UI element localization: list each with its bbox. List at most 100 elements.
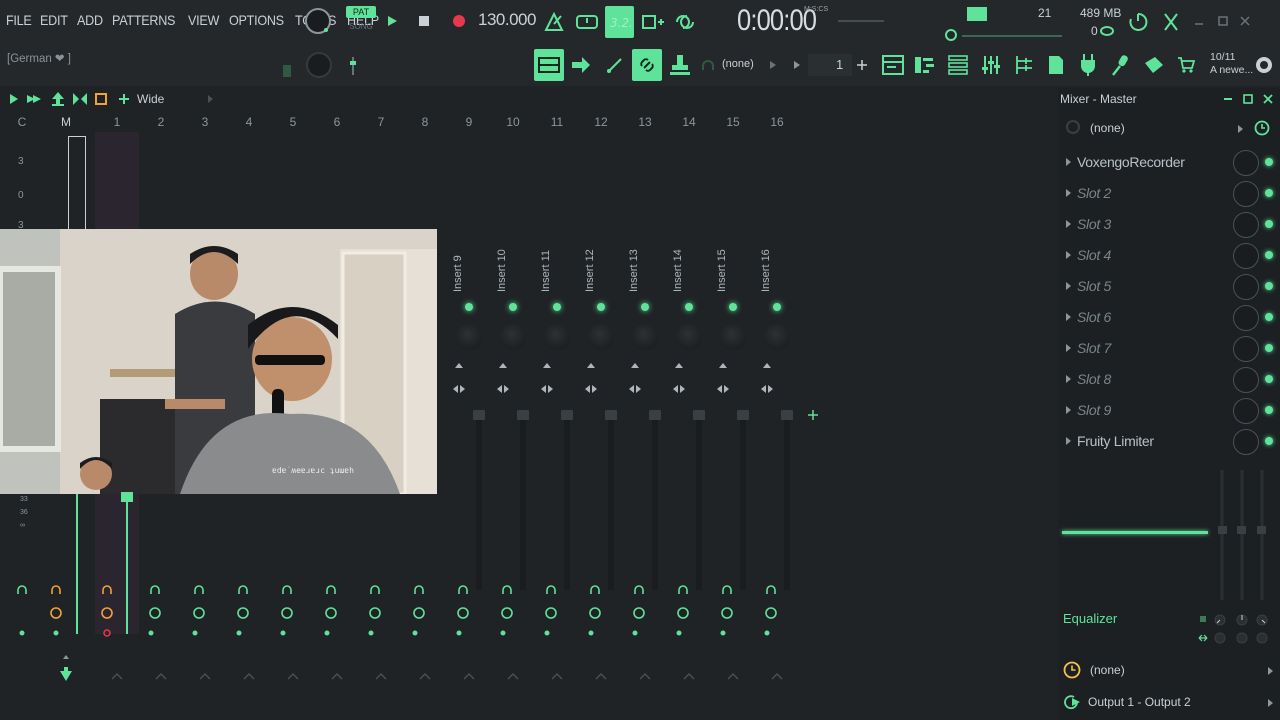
insert-pan-knob[interactable] bbox=[764, 324, 790, 350]
master-volume-knob[interactable] bbox=[304, 7, 332, 35]
preset-chevron-icon[interactable] bbox=[1236, 124, 1244, 134]
slot-enable-led[interactable] bbox=[1265, 313, 1273, 321]
draw-tool-icon[interactable] bbox=[603, 54, 627, 76]
effect-slot[interactable]: Slot 6 bbox=[1062, 303, 1278, 333]
effect-slot[interactable]: Fruity Limiter bbox=[1062, 427, 1278, 457]
column-label[interactable]: 1 bbox=[102, 115, 132, 129]
stop-icon[interactable] bbox=[417, 14, 431, 28]
insert-name[interactable]: Insert 12 bbox=[584, 244, 602, 292]
cut-tool-icon[interactable] bbox=[1160, 10, 1182, 34]
insert-enable-led[interactable] bbox=[553, 303, 561, 311]
insert-enable-led[interactable] bbox=[641, 303, 649, 311]
link-icon[interactable] bbox=[632, 49, 662, 81]
menu-file[interactable]: FILE bbox=[6, 12, 32, 28]
output-chevron-icon[interactable] bbox=[1266, 698, 1274, 708]
effect-slot[interactable]: VoxengoRecorder bbox=[1062, 148, 1278, 178]
slot-mix-knob[interactable] bbox=[1233, 243, 1259, 269]
insert-pan-knob[interactable] bbox=[632, 324, 658, 350]
slot-mix-knob[interactable] bbox=[1233, 150, 1259, 176]
stereo-separation-icon[interactable] bbox=[496, 362, 510, 396]
column-label[interactable]: 7 bbox=[366, 115, 396, 129]
news-panel[interactable]: 10/11 A newe... bbox=[1210, 51, 1253, 77]
slot-enable-led[interactable] bbox=[1265, 158, 1273, 166]
insert-enable-led[interactable] bbox=[729, 303, 737, 311]
volume-fader-track[interactable] bbox=[476, 420, 482, 590]
column-label[interactable]: 12 bbox=[586, 115, 616, 129]
playlist-icon[interactable] bbox=[534, 49, 564, 81]
slot-expand-icon[interactable] bbox=[1066, 406, 1071, 414]
column-label[interactable]: 6 bbox=[322, 115, 352, 129]
volume-fader-track[interactable] bbox=[564, 420, 570, 590]
slot-enable-led[interactable] bbox=[1265, 406, 1273, 414]
insert-name[interactable]: Insert 14 bbox=[672, 244, 690, 292]
volume-fader-track[interactable] bbox=[520, 420, 526, 590]
insert-pan-knob[interactable] bbox=[500, 324, 526, 350]
menu-options[interactable]: OPTIONS bbox=[229, 12, 284, 28]
slot-name[interactable]: Slot 3 bbox=[1077, 216, 1111, 232]
slot-expand-icon[interactable] bbox=[1066, 251, 1071, 259]
volume-fader-track[interactable] bbox=[784, 420, 790, 590]
record-icon[interactable] bbox=[451, 13, 467, 29]
effect-slot[interactable]: Slot 2 bbox=[1062, 179, 1278, 209]
slot-mix-knob[interactable] bbox=[1233, 212, 1259, 238]
stereo-separation-icon[interactable] bbox=[672, 362, 686, 396]
slot-enable-led[interactable] bbox=[1265, 220, 1273, 228]
track-fader-cap[interactable] bbox=[121, 492, 133, 502]
effect-slot[interactable]: Slot 9 bbox=[1062, 396, 1278, 426]
slot-name[interactable]: Slot 2 bbox=[1077, 185, 1111, 201]
menu-add[interactable]: ADD bbox=[77, 12, 103, 28]
insert-enable-led[interactable] bbox=[509, 303, 517, 311]
column-label[interactable]: 9 bbox=[454, 115, 484, 129]
add-insert-icon[interactable] bbox=[806, 408, 820, 422]
master-fader-group[interactable] bbox=[1218, 470, 1270, 600]
channel-rack-icon[interactable] bbox=[945, 52, 971, 78]
slot-expand-icon[interactable] bbox=[1066, 189, 1071, 197]
effect-slot[interactable]: Slot 3 bbox=[1062, 210, 1278, 240]
slot-name[interactable]: Slot 6 bbox=[1077, 309, 1111, 325]
stereo-separation-icon[interactable] bbox=[628, 362, 642, 396]
fl-logo-icon[interactable] bbox=[1254, 55, 1274, 75]
insert-enable-led[interactable] bbox=[465, 303, 473, 311]
menu-edit[interactable]: EDIT bbox=[40, 12, 68, 28]
news-headline[interactable]: A newe... bbox=[1210, 64, 1253, 77]
pat-mode-label[interactable]: PAT bbox=[346, 6, 376, 18]
shop-cart-icon[interactable] bbox=[1174, 52, 1198, 78]
add-pattern-icon[interactable] bbox=[855, 58, 869, 72]
mic-record-icon[interactable] bbox=[1108, 52, 1134, 78]
tempo-display[interactable]: 130.000 bbox=[478, 10, 536, 30]
chevron-right-icon[interactable] bbox=[768, 60, 778, 70]
slot-mix-knob[interactable] bbox=[1233, 398, 1259, 424]
menu-patterns[interactable]: PATTERNS bbox=[112, 12, 175, 28]
insert-name[interactable]: Insert 10 bbox=[496, 244, 514, 292]
volume-fader[interactable] bbox=[605, 410, 617, 420]
pat-song-switch[interactable]: PAT SONG bbox=[346, 6, 376, 31]
output-selector[interactable]: Output 1 - Output 2 bbox=[1088, 695, 1191, 709]
slot-enable-led[interactable] bbox=[1265, 437, 1273, 445]
plugin-plug-icon[interactable] bbox=[1076, 52, 1100, 78]
effect-slot[interactable]: Slot 8 bbox=[1062, 365, 1278, 395]
insert-pan-knob[interactable] bbox=[588, 324, 614, 350]
volume-fader[interactable] bbox=[781, 410, 793, 420]
insert-name[interactable]: Insert 16 bbox=[760, 244, 778, 292]
clock-icon[interactable] bbox=[1253, 119, 1271, 137]
slot-mix-knob[interactable] bbox=[1233, 429, 1259, 455]
master-pitch-slider[interactable] bbox=[346, 56, 360, 76]
input-chevron-icon[interactable] bbox=[1266, 666, 1274, 676]
menu-view[interactable]: VIEW bbox=[188, 12, 219, 28]
mixer-icon[interactable] bbox=[978, 52, 1004, 78]
effect-slot[interactable]: Slot 5 bbox=[1062, 272, 1278, 302]
insert-name[interactable]: Insert 9 bbox=[452, 244, 470, 292]
column-label[interactable]: 16 bbox=[762, 115, 792, 129]
input-selector[interactable]: (none) bbox=[1090, 663, 1125, 677]
effect-slot[interactable]: Slot 7 bbox=[1062, 334, 1278, 364]
stereo-separation-icon[interactable] bbox=[584, 362, 598, 396]
effect-slot[interactable]: Slot 4 bbox=[1062, 241, 1278, 271]
column-label[interactable]: 15 bbox=[718, 115, 748, 129]
insert-enable-led[interactable] bbox=[773, 303, 781, 311]
rack-move-icon[interactable] bbox=[26, 91, 44, 107]
slot-name[interactable]: Slot 4 bbox=[1077, 247, 1111, 263]
play-icon[interactable] bbox=[384, 13, 400, 29]
view-mode-chevron-icon[interactable] bbox=[206, 94, 214, 104]
column-label[interactable]: 13 bbox=[630, 115, 660, 129]
slot-expand-icon[interactable] bbox=[1066, 437, 1071, 445]
